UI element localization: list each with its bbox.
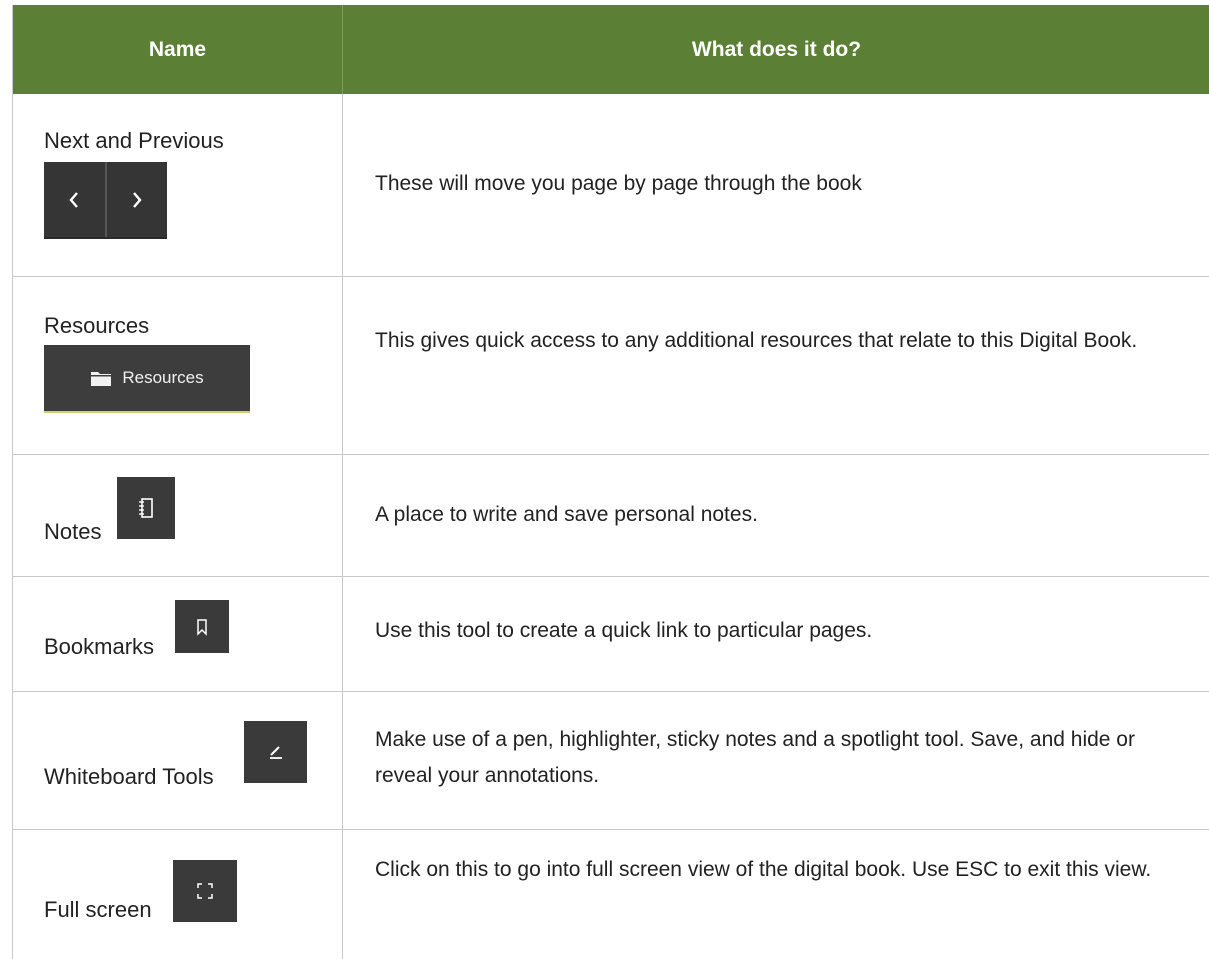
row-description: These will move you page by page through… [375,172,862,195]
row-description: Make use of a pen, highlighter, sticky n… [375,728,1135,787]
fullscreen-icon [197,883,213,899]
whiteboard-tools-button[interactable] [244,721,307,783]
chevron-left-icon [69,191,79,208]
folder-icon [91,371,112,386]
table-row: Whiteboard Tools Make use of a pen, high… [13,692,1209,830]
header-description: What does it do? [691,37,862,61]
table-row: Resources Resources This gives quick acc… [13,277,1209,455]
row-description: This gives quick access to any additiona… [375,329,1138,352]
prev-next-buttons[interactable] [44,162,167,239]
row-name: Next and Previous [44,128,224,153]
row-description: A place to write and save personal notes… [375,503,758,526]
row-description: Use this tool to create a quick link to … [375,619,873,642]
table-header-row: Name What does it do? [13,5,1209,94]
pen-icon [269,746,282,759]
row-name: Full screen [44,897,152,922]
resources-button-label: Resources [122,368,204,387]
table-row: Notes A place to write and save personal… [13,455,1209,577]
row-name: Bookmarks [44,634,155,659]
table-row: Full screen Click on this to go into ful… [13,830,1209,959]
bookmarks-button[interactable] [175,600,229,653]
bookmark-icon [197,618,207,636]
features-table: Name What does it do? Next and Previous … [12,5,1209,959]
previous-button[interactable] [44,162,105,237]
header-name: Name [13,5,343,94]
table-row: Bookmarks Use this tool to create a quic… [13,577,1209,692]
row-description: Click on this to go into full screen vie… [375,858,1152,881]
row-name: Resources [44,313,150,338]
chevron-right-icon [132,191,142,208]
next-button[interactable] [104,162,168,237]
fullscreen-button[interactable] [173,860,237,922]
notebook-icon [139,498,153,518]
notes-button[interactable] [117,477,175,539]
row-name: Whiteboard Tools [44,764,214,789]
resources-button[interactable]: Resources [44,345,250,413]
row-name: Notes [44,519,102,544]
table-row: Next and Previous These will move you pa… [13,94,1209,277]
